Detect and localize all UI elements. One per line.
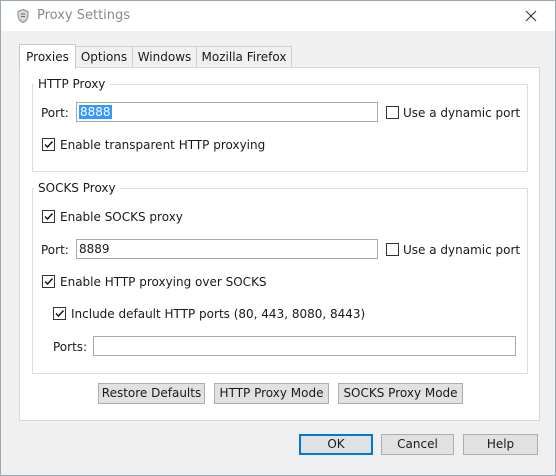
ok-button[interactable]: OK xyxy=(299,434,373,455)
tab-mozilla-firefox[interactable]: Mozilla Firefox xyxy=(196,46,292,68)
http-over-socks-label: Enable HTTP proxying over SOCKS xyxy=(60,275,267,289)
http-port-value: 8888 xyxy=(79,105,112,119)
title-bar: Proxy Settings xyxy=(1,1,555,31)
socks-port-value: 8889 xyxy=(79,242,110,256)
include-default-ports-checkbox[interactable] xyxy=(53,307,66,320)
fiddler-shield-icon xyxy=(17,9,29,23)
http-port-input[interactable]: 8888 xyxy=(76,102,378,122)
socks-port-label: Port: xyxy=(41,243,69,257)
restore-defaults-button[interactable]: Restore Defaults xyxy=(98,383,205,404)
cancel-button[interactable]: Cancel xyxy=(381,434,454,455)
socks-proxy-group-label: SOCKS Proxy xyxy=(34,181,120,195)
close-button[interactable] xyxy=(513,1,549,31)
enable-socks-label: Enable SOCKS proxy xyxy=(60,210,183,224)
tab-proxies[interactable]: Proxies xyxy=(19,44,76,69)
enable-socks-checkbox[interactable] xyxy=(42,210,55,223)
http-proxy-group xyxy=(32,84,528,172)
socks-proxy-mode-button[interactable]: SOCKS Proxy Mode xyxy=(338,383,463,404)
socks-dynamic-port-checkbox[interactable] xyxy=(386,243,399,256)
http-proxy-mode-button[interactable]: HTTP Proxy Mode xyxy=(214,383,329,404)
socks-port-input[interactable]: 8889 xyxy=(76,239,378,259)
close-icon xyxy=(525,10,537,22)
checkmark-icon xyxy=(44,140,54,149)
http-dynamic-port-checkbox[interactable] xyxy=(386,106,399,119)
ports-input[interactable] xyxy=(93,336,516,356)
checkmark-icon xyxy=(55,309,65,318)
window-title: Proxy Settings xyxy=(37,8,131,23)
socks-dynamic-port-label: Use a dynamic port xyxy=(403,243,521,257)
tab-windows[interactable]: Windows xyxy=(132,46,197,68)
transparent-proxy-label: Enable transparent HTTP proxying xyxy=(60,138,266,152)
checkmark-icon xyxy=(44,277,54,286)
http-dynamic-port-label: Use a dynamic port xyxy=(403,106,521,120)
transparent-proxy-checkbox[interactable] xyxy=(42,138,55,151)
checkmark-icon xyxy=(44,212,54,221)
include-default-ports-label: Include default HTTP ports (80, 443, 808… xyxy=(71,307,366,321)
proxy-settings-dialog: Proxy Settings Proxies Options Windows M… xyxy=(0,0,556,476)
http-proxy-group-label: HTTP Proxy xyxy=(34,77,110,91)
help-button[interactable]: Help xyxy=(463,434,538,455)
proxies-tab-panel: HTTP Proxy Port: 8888 Use a dynamic port… xyxy=(19,67,540,421)
tab-options[interactable]: Options xyxy=(75,46,133,68)
http-over-socks-checkbox[interactable] xyxy=(42,275,55,288)
ports-label: Ports: xyxy=(53,340,88,354)
http-port-label: Port: xyxy=(41,106,69,120)
